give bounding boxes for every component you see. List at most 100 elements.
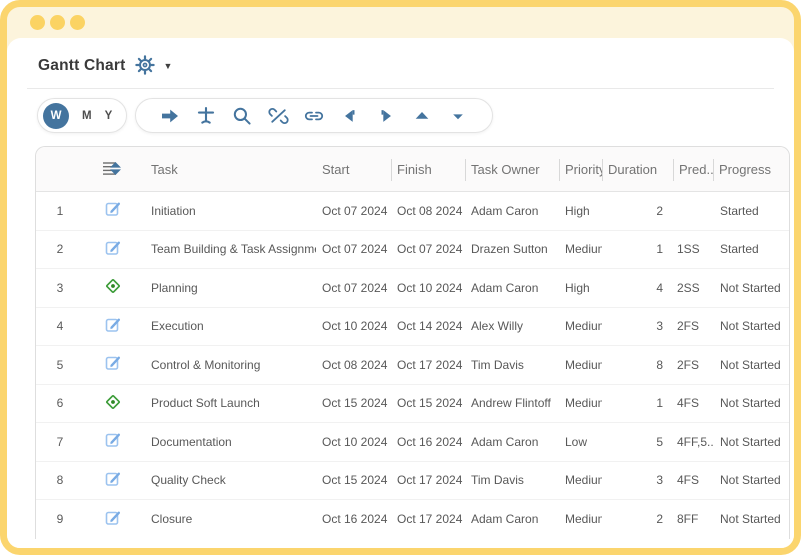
row-number: 7 (36, 435, 84, 449)
priority: Low (559, 435, 602, 449)
task-name: Control & Monitoring (141, 358, 316, 372)
duration: 8 (602, 358, 673, 372)
row-number: 2 (36, 242, 84, 256)
task-owner: Adam Caron (465, 435, 559, 449)
start-date: Oct 15 2024 (316, 396, 391, 410)
chevron-left-icon[interactable] (332, 99, 368, 133)
start-date: Oct 07 2024 (316, 204, 391, 218)
view-toggle-week[interactable]: W (43, 103, 69, 129)
table-row[interactable]: 7 Documentation Oct 10 2024 Oct 16 2024 … (36, 423, 789, 462)
priority: Medium (559, 319, 602, 333)
arrow-right-icon[interactable] (152, 99, 188, 133)
edit-task-icon (105, 240, 121, 259)
priority: Medium (559, 242, 602, 256)
chevron-right-icon[interactable] (368, 99, 404, 133)
expand-collapse-all-button[interactable] (84, 147, 141, 192)
column-header-priority[interactable]: Priority (559, 147, 602, 192)
predecessor: 4FS (673, 473, 713, 487)
task-name: Initiation (141, 204, 316, 218)
edit-task-icon (105, 510, 121, 529)
table-row[interactable]: 6 Product Soft Launch Oct 15 2024 Oct 15… (36, 385, 789, 424)
row-number: 8 (36, 473, 84, 487)
predecessor: 2FS (673, 319, 713, 333)
column-header-start[interactable]: Start (316, 147, 391, 192)
start-date: Oct 07 2024 (316, 281, 391, 295)
task-indicator-cell (84, 278, 141, 297)
task-name: Planning (141, 281, 316, 295)
browser-frame: Gantt Chart ▼ (0, 0, 801, 555)
progress: Not Started (713, 358, 789, 372)
window-dot (50, 15, 65, 30)
start-date: Oct 07 2024 (316, 242, 391, 256)
plane-icon[interactable] (188, 99, 224, 133)
progress: Not Started (713, 473, 789, 487)
task-owner: Adam Caron (465, 281, 559, 295)
edit-task-icon (105, 432, 121, 451)
table-row[interactable]: 9 Closure Oct 16 2024 Oct 17 2024 Adam C… (36, 500, 789, 539)
row-number: 3 (36, 281, 84, 295)
start-date: Oct 10 2024 (316, 319, 391, 333)
gear-icon (135, 55, 155, 78)
progress: Started (713, 204, 789, 218)
link-icon[interactable] (296, 99, 332, 133)
expand-collapse-icon (103, 161, 122, 179)
task-owner: Adam Caron (465, 204, 559, 218)
task-name: Execution (141, 319, 316, 333)
duration: 1 (602, 242, 673, 256)
view-toggle-group: W M Y (37, 98, 127, 133)
task-owner: Andrew Flintoff (465, 396, 559, 410)
column-header-task-owner[interactable]: Task Owner (465, 147, 559, 192)
chevron-down-icon[interactable] (440, 99, 476, 133)
progress: Not Started (713, 319, 789, 333)
finish-date: Oct 15 2024 (391, 396, 465, 410)
table-row[interactable]: 4 Execution Oct 10 2024 Oct 14 2024 Alex… (36, 308, 789, 347)
row-number: 5 (36, 358, 84, 372)
column-header-duration[interactable]: Duration (602, 147, 673, 192)
finish-date: Oct 16 2024 (391, 435, 465, 449)
edit-task-icon (105, 201, 121, 220)
table-row[interactable]: 3 Planning Oct 07 2024 Oct 10 2024 Adam … (36, 269, 789, 308)
column-header-progress[interactable]: Progress (713, 147, 789, 192)
finish-date: Oct 17 2024 (391, 358, 465, 372)
task-name: Team Building & Task Assignment (141, 242, 316, 256)
task-owner: Adam Caron (465, 512, 559, 526)
row-number: 6 (36, 396, 84, 410)
column-header-rownum (36, 147, 84, 192)
table-row[interactable]: 8 Quality Check Oct 15 2024 Oct 17 2024 … (36, 462, 789, 501)
finish-date: Oct 14 2024 (391, 319, 465, 333)
priority: High (559, 281, 602, 295)
chevron-up-icon[interactable] (404, 99, 440, 133)
finish-date: Oct 10 2024 (391, 281, 465, 295)
task-grid: Task Start Finish Task Owner Priority Du… (35, 146, 790, 539)
view-toggle-month[interactable]: M (82, 110, 92, 122)
task-name: Closure (141, 512, 316, 526)
finish-date: Oct 17 2024 (391, 512, 465, 526)
column-header-finish[interactable]: Finish (391, 147, 465, 192)
unlink-icon[interactable] (260, 99, 296, 133)
table-row[interactable]: 1 Initiation Oct 07 2024 Oct 08 2024 Ada… (36, 192, 789, 231)
view-toggle-year[interactable]: Y (105, 110, 113, 122)
window-dot (70, 15, 85, 30)
task-indicator-cell (84, 394, 141, 413)
page-title: Gantt Chart (38, 57, 125, 75)
column-header-predecessor[interactable]: Pred... (673, 147, 713, 192)
progress: Not Started (713, 396, 789, 410)
table-row[interactable]: 2 Team Building & Task Assignment Oct 07… (36, 231, 789, 270)
task-indicator-cell (84, 355, 141, 374)
task-name: Documentation (141, 435, 316, 449)
table-row[interactable]: 5 Control & Monitoring Oct 08 2024 Oct 1… (36, 346, 789, 385)
gantt-settings-dropdown[interactable]: ▼ (135, 55, 172, 78)
priority: Medium (559, 396, 602, 410)
search-icon[interactable] (224, 99, 260, 133)
table-body: 1 Initiation Oct 07 2024 Oct 08 2024 Ada… (36, 192, 789, 539)
task-name: Product Soft Launch (141, 396, 316, 410)
task-owner: Tim Davis (465, 473, 559, 487)
predecessor: 4FS (673, 396, 713, 410)
header-bar: Gantt Chart ▼ (7, 38, 794, 78)
predecessor: 8FF (673, 512, 713, 526)
duration: 4 (602, 281, 673, 295)
header-divider (27, 88, 774, 89)
milestone-icon (105, 394, 121, 413)
column-header-task[interactable]: Task (141, 147, 316, 192)
chevron-down-icon: ▼ (163, 62, 172, 71)
